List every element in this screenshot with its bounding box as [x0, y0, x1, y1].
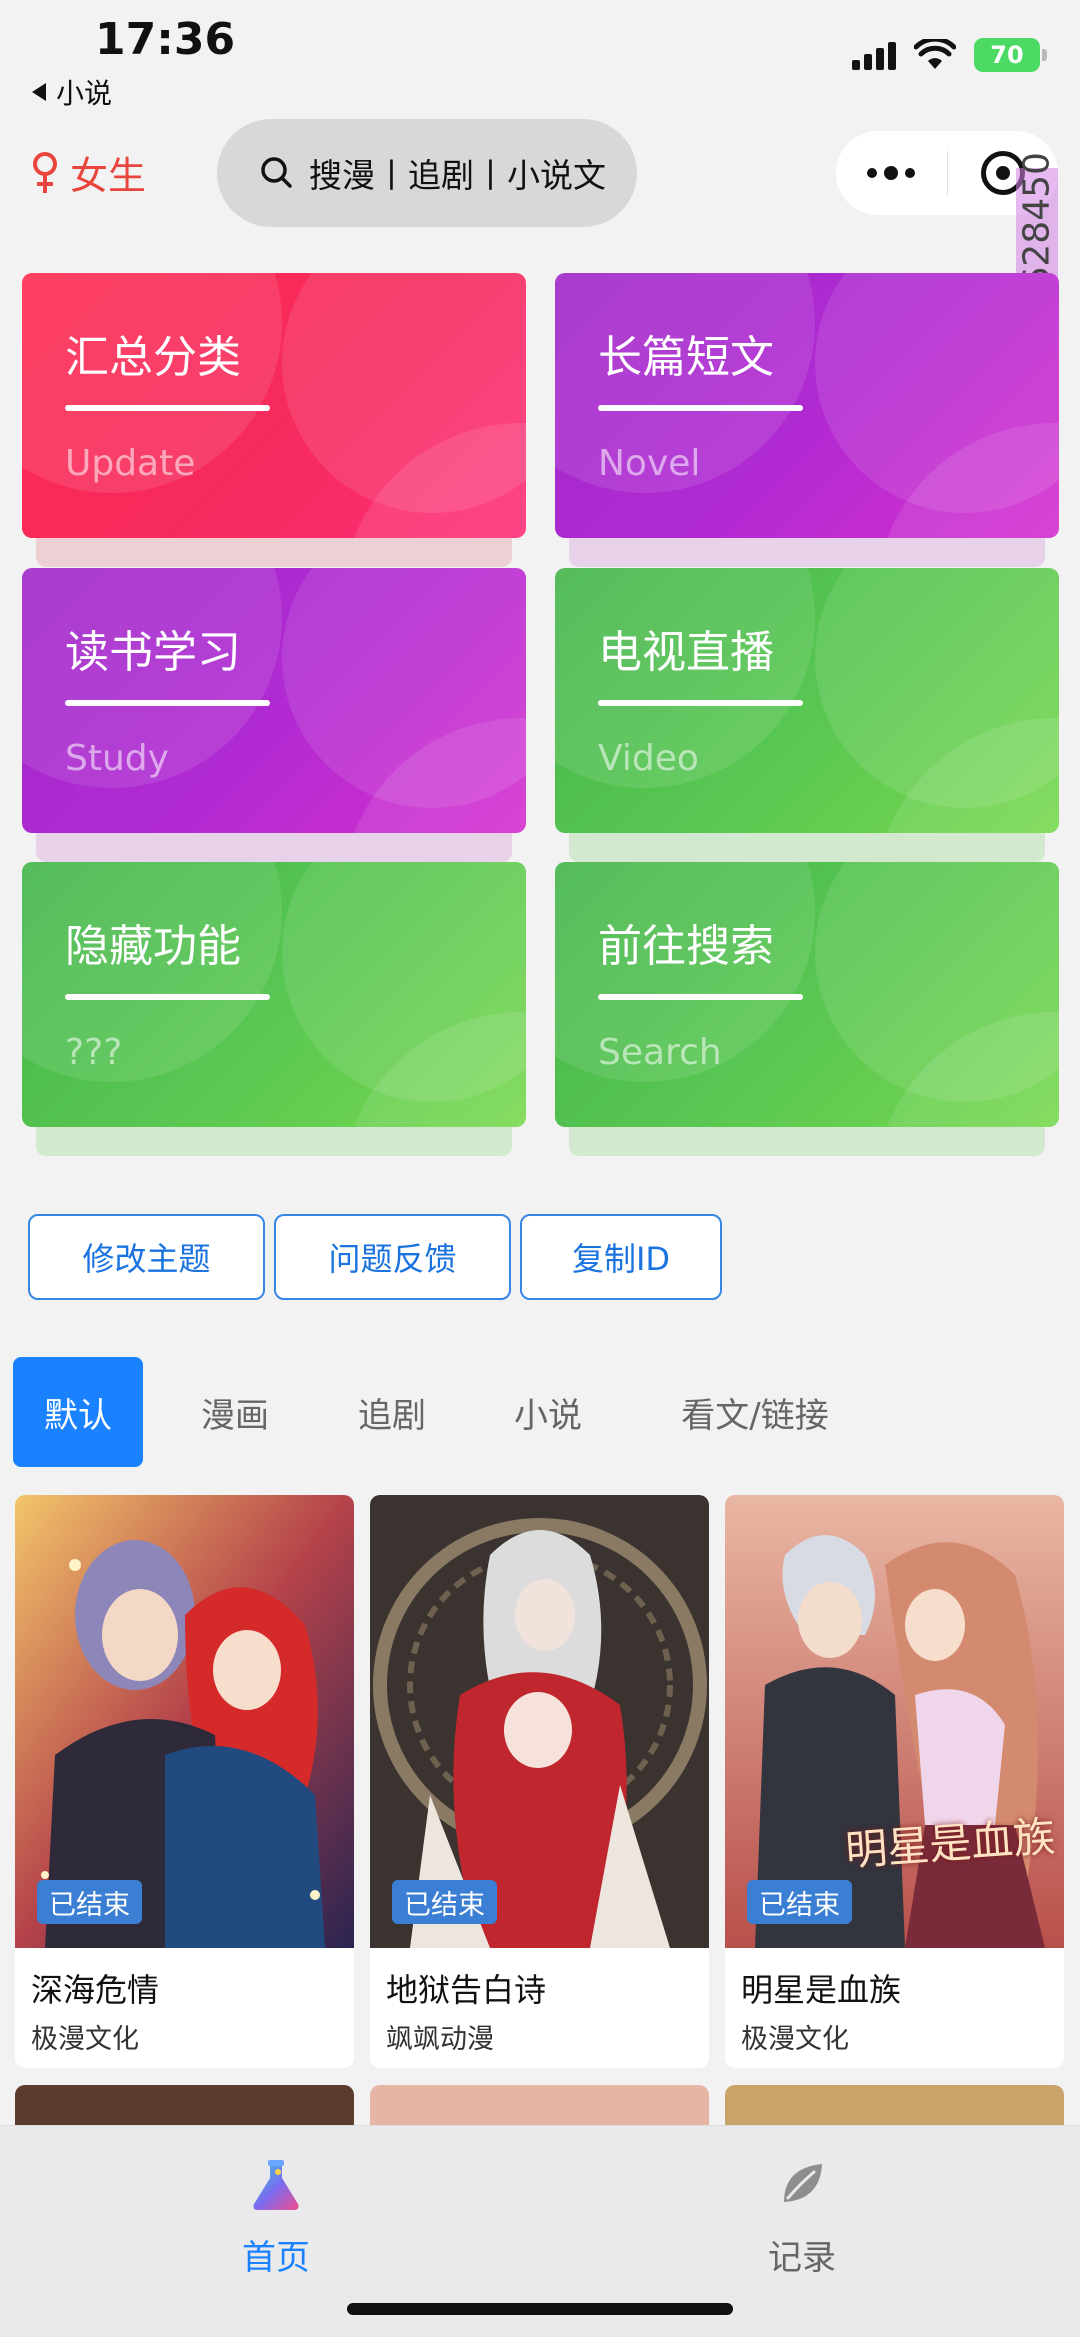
back-app-label: 小说: [56, 77, 113, 110]
tab-read-link[interactable]: 看文/链接: [660, 1357, 850, 1467]
copy-id-button[interactable]: 复制ID: [520, 1214, 722, 1300]
search-bar[interactable]: 搜漫丨追剧丨小说文: [217, 119, 637, 227]
status-badge: 已结束: [747, 1880, 852, 1924]
status-badge: 已结束: [392, 1880, 497, 1924]
card-face: 电视直播 Video: [555, 568, 1059, 833]
comic-card[interactable]: 已结束 深海危情 极漫文化: [15, 1495, 354, 2068]
comic-card[interactable]: 已结束 地狱告白诗 飒飒动漫: [370, 1495, 709, 2068]
comic-author: 极漫文化: [741, 2024, 849, 2055]
leaf-icon: [784, 2164, 822, 2202]
back-to-app-link[interactable]: 小说: [32, 72, 112, 112]
category-summary-card[interactable]: 汇总分类 Update: [22, 273, 526, 567]
card-face: 长篇短文 Novel: [555, 273, 1059, 538]
card-subtitle: Video: [598, 738, 699, 779]
nav-home[interactable]: 首页: [176, 2156, 376, 2279]
comic-author: 飒飒动漫: [386, 2024, 494, 2055]
card-subtitle: Study: [65, 738, 169, 779]
wifi-icon: [914, 39, 956, 69]
card-underline: [65, 994, 270, 1000]
tab-comics[interactable]: 漫画: [175, 1357, 295, 1467]
tab-novel[interactable]: 小说: [488, 1357, 608, 1467]
card-underline: [598, 994, 803, 1000]
card-face: 隐藏功能???: [22, 862, 526, 1127]
app-screen: 17:36 小说 70 女生 搜漫丨追剧丨小说文 汇总分类 Update 长篇短…: [0, 0, 1080, 2337]
status-time: 17:36: [95, 14, 236, 65]
card-underline: [65, 405, 270, 411]
more-dots-icon: [867, 166, 916, 180]
card-subtitle: Update: [65, 443, 196, 484]
flask-icon: [253, 2160, 299, 2210]
comic-card[interactable]: 明星是血族 已结束 明星是血族 极漫文化: [725, 1495, 1064, 2068]
home-indicator: [347, 2303, 733, 2315]
status-badge: 已结束: [37, 1880, 142, 1924]
card-face: 前往搜索 Search: [555, 862, 1059, 1127]
search-icon: [261, 157, 292, 188]
comic-title: 深海危情: [31, 1971, 160, 2009]
comic-card-peek: [15, 2085, 354, 2125]
gender-switch[interactable]: 女生: [30, 145, 146, 200]
nav-home-label: 首页: [242, 2238, 310, 2278]
card-title: 读书学习: [65, 627, 241, 678]
comic-author: 极漫文化: [31, 2024, 139, 2055]
back-triangle-icon: [32, 83, 46, 101]
comic-card-peek: [370, 2085, 709, 2125]
gender-label: 女生: [70, 154, 147, 198]
battery-icon: 70: [974, 38, 1047, 72]
status-icons: 70: [852, 38, 1047, 72]
nav-history[interactable]: 记录: [702, 2156, 902, 2279]
card-subtitle: Novel: [598, 443, 701, 484]
card-underline: [65, 700, 270, 706]
category-study-card[interactable]: 读书学习 Study: [22, 568, 526, 862]
card-underline: [598, 700, 803, 706]
card-title: 长篇短文: [598, 332, 774, 383]
tab-default[interactable]: 默认: [13, 1357, 143, 1467]
more-button[interactable]: [836, 131, 947, 215]
feedback-button[interactable]: 问题反馈: [274, 1214, 511, 1300]
nav-history-label: 记录: [768, 2238, 836, 2278]
card-face: 读书学习 Study: [22, 568, 526, 833]
card-title: 隐藏功能: [65, 921, 241, 972]
cellular-signal-icon: [852, 40, 896, 70]
comic-title: 明星是血族: [741, 1971, 902, 2009]
category-hidden-card[interactable]: 隐藏功能???: [22, 862, 526, 1156]
card-title: 电视直播: [598, 627, 774, 678]
card-title: 汇总分类: [65, 332, 241, 383]
card-underline: [598, 405, 803, 411]
category-tv-live-card[interactable]: 电视直播 Video: [555, 568, 1059, 862]
female-icon: [33, 151, 57, 193]
card-subtitle: Search: [598, 1032, 722, 1073]
card-face: 汇总分类 Update: [22, 273, 526, 538]
category-novel-card[interactable]: 长篇短文 Novel: [555, 273, 1059, 567]
search-placeholder: 搜漫丨追剧丨小说文: [309, 156, 606, 195]
card-subtitle: ???: [65, 1032, 123, 1073]
comic-title: 地狱告白诗: [386, 1971, 547, 2009]
card-title: 前往搜索: [598, 921, 774, 972]
battery-level: 70: [990, 41, 1024, 69]
change-theme-button[interactable]: 修改主题: [28, 1214, 265, 1300]
category-search-card[interactable]: 前往搜索 Search: [555, 862, 1059, 1156]
comic-card-peek: [725, 2085, 1064, 2125]
tab-drama[interactable]: 追剧: [332, 1357, 452, 1467]
